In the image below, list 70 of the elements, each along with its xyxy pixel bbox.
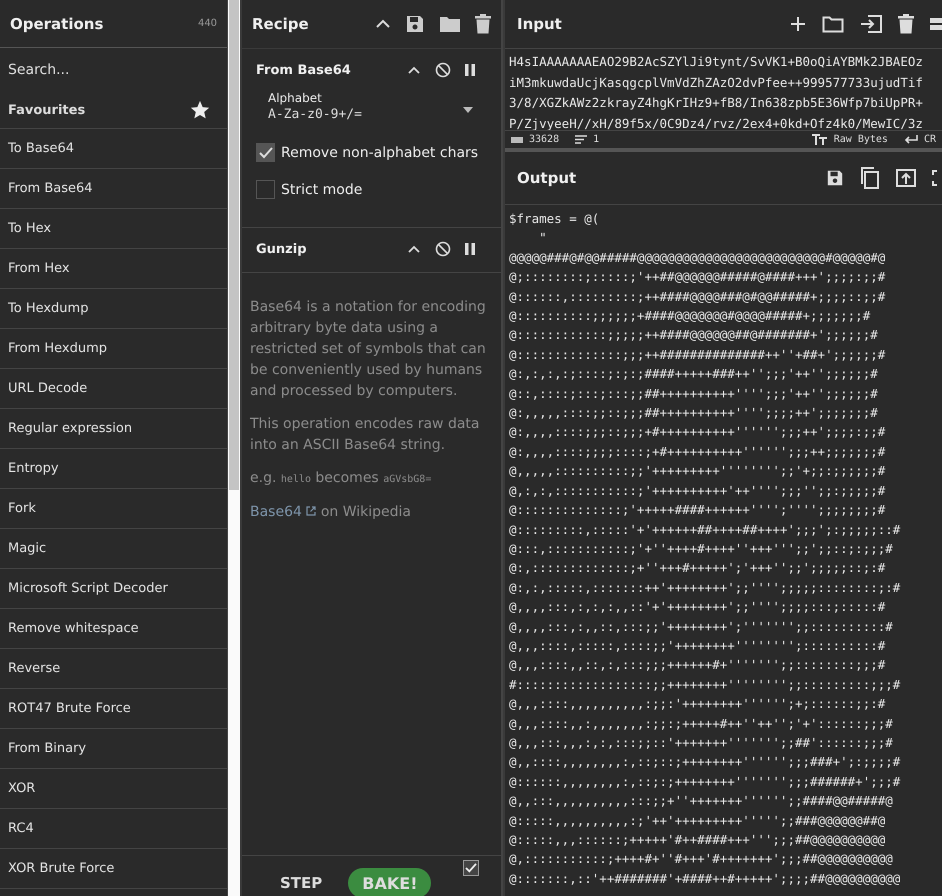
auto-bake-checkbox[interactable]	[463, 860, 480, 876]
description-text: Base64 is a notation for encoding arbitrary byte data using a restricted set of symbols that can be conveniently used by humans and processed by computers.	[250, 298, 487, 401]
option-checkbox[interactable]: Strict mode	[256, 180, 487, 199]
folder-icon[interactable]	[439, 15, 461, 33]
pause-icon[interactable]	[465, 64, 475, 76]
output-text-area: $frames = @( " @@@@@###@#@@#####@@@@@@@@@@@@@@@@@@@@@@@@@#@@@@@#@ @;::::::::;:::::;'++##@@@@@@#####@####+++';;;;:;;# @::::::,:::::::::;++####@@@@###@#@@#####+;;;;::;;# @::::::::::;;;;;;+####@@@@@@@#@@@@#####+;;;;;;;# @::::::::::::;;;;;++####@@@@@@##@#######+';;;;;;# @::::::::::::::;;;++##############++''+##+';;;;;;# @:,:,:,:;::::;:;:;####+++++###++'';;;'++'';;;;;;# @::,::::;:::;:::;;##++++++++++'''';;;'++'';;;;;;# @:,,,,,::::;;::;;;##++++++++++'''';;;;++';;;;;;;# @:,,,,::::;;;::;;;+#++++++++++'''''';;;++';;;;:;;# @:,,,,::::;;;;::::;+#++++++++++'''''';;;++;;;;;;;# @,,,,,::::::::::;;'+++++++++'''''''';;'+;;:;;;;;;# @,:,:,:::::::::::;'++++++++++'++'''';;;'';;:;;;;;# @::::::::::::::;'+++++####++++++'''';'''';;;;;;;;# @:::::::::,:::::'+'++++++##++++##++++';;;';:;;;;;::# @:::,:::::::::::;'+''++++#++++''+++''';;';;::;:;;;# @:,:::::::::::::;+''+++#+++++';'+++'';;';;;;;::;:# @:,:,:::::,:::::::++'++++++++';;'''';;;;;::::::::;:# @,,,,:::,:,:,:,,::'+'++++++++';;'''';;;;:::;:::::# @,,,,:::,:,,::,:::;;'++++++++';''''''';;::::::::::# @,,,::::,:::::,::::;;'++++++++'''''''';::::::::::# @,,,::::,,::,:,:::;;;++++++#+''''''';;::::::::;;;# #::::::::::::::::::;;++++++++'''''''';;:::::::::;;;# @,,,::::,,,,,,,,,,:;;:'++++++++'''''';+;::::::;;:# @,,,::::,,:,,,,,,,:;;:;+++++#++''++'';'+'::::::;;;# @,,,:::,,,:,:,:::;;::'+++++++''''''';;##'::::::;;;# @,,::::,,,,,,,,:,::;::;++++++++'''''';;;###+';:;;;;# @::::::,,,,,,,,:,::;:;++++++++''''''';;;######+';;;# @,,:::,,,,,,,,,,:::;;+''+++++++'''''';;####@@#####@ @:::::,,,,,,,,,,:;'++'+++++++++''''';;###@@@@@@##@ @:::::,,,::::::;+++++'#++####+++''';;;##@@@@@@@@@@ @,:::::::::::;++++#+''#+++'#+++++++';;;##@@@@@@@@@@ @:::::::,::'++#######'+####++#+++++';;;;##@@@@@@@@@@	[505, 205, 942, 888]
operation-item[interactable]: Entropy	[0, 449, 228, 489]
operation-item[interactable]: XOR	[0, 769, 228, 809]
operation-item[interactable]: From Hex	[0, 249, 228, 289]
chevron-up-icon[interactable]	[407, 66, 421, 74]
recipe-title: Recipe	[252, 15, 309, 33]
favourites-category[interactable]: Favourites	[0, 92, 228, 129]
option-checkbox[interactable]: Remove non-alphabet chars	[256, 143, 487, 162]
operation-item[interactable]: To Hex	[0, 209, 228, 249]
plus-icon[interactable]	[790, 16, 806, 32]
star-icon	[189, 99, 212, 121]
link-suffix: on Wikipedia	[320, 504, 411, 520]
operation-item[interactable]: RC4	[0, 809, 228, 849]
save-icon[interactable]	[826, 169, 844, 187]
operation-count: 440	[198, 18, 218, 29]
lines-icon	[575, 135, 588, 144]
operation-name: From Base64	[256, 62, 351, 78]
operation-item[interactable]: Magic	[0, 529, 228, 569]
external-link-icon	[306, 506, 316, 516]
operation-item[interactable]: To Base64	[0, 129, 228, 169]
chevron-up-icon[interactable]	[375, 19, 391, 29]
step-button[interactable]: STEP	[278, 870, 324, 896]
operation-item[interactable]: From Base64	[0, 169, 228, 209]
pause-icon[interactable]	[465, 243, 475, 255]
caret-icon	[463, 107, 473, 113]
font-size-icon	[812, 134, 828, 145]
layout-icon[interactable]	[930, 16, 942, 32]
operation-item[interactable]: Reverse	[0, 649, 228, 689]
operation-item[interactable]: From Hexdump	[0, 329, 228, 369]
wikipedia-link[interactable]: Base64	[250, 504, 302, 520]
folder-icon[interactable]	[822, 15, 844, 33]
output-title: Output	[517, 169, 576, 187]
operation-item[interactable]: ROT47 Brute Force	[0, 689, 228, 729]
disable-icon[interactable]	[435, 241, 451, 257]
chevron-up-icon[interactable]	[407, 244, 421, 254]
eol-button[interactable]: CR	[904, 134, 936, 145]
checkbox[interactable]	[256, 143, 275, 162]
upload-icon[interactable]	[896, 169, 916, 187]
example-text: e.g. hello becomes aGVsbG8=	[250, 469, 432, 488]
operation-item[interactable]: To Hexdump	[0, 289, 228, 329]
encoding-button[interactable]: Raw Bytes	[812, 134, 888, 145]
trash-icon[interactable]	[475, 14, 491, 34]
save-icon[interactable]	[405, 14, 425, 34]
copy-icon[interactable]	[860, 167, 880, 189]
operation-item[interactable]: Fork	[0, 489, 228, 529]
line-count: 1	[593, 134, 600, 145]
operation-item[interactable]: From Binary	[0, 729, 228, 769]
detail-text: This operation encodes raw data into an ASCII Base64 string.	[250, 415, 480, 455]
operation-item[interactable]: Remove whitespace	[0, 609, 228, 649]
trash-icon[interactable]	[898, 14, 914, 34]
return-arrow-icon	[904, 135, 918, 144]
alphabet-dropdown[interactable]: Alphabet A-Za-z0-9+/=	[268, 91, 487, 131]
input-title: Input	[517, 15, 562, 33]
operations-title: Operations	[10, 14, 104, 32]
operation-item[interactable]: Regular expression	[0, 409, 228, 449]
operation-name: Gunzip	[256, 242, 307, 256]
operation-item[interactable]: XOR Brute Force	[0, 849, 228, 889]
operation-item[interactable]: URL Decode	[0, 369, 228, 409]
checkbox[interactable]	[256, 180, 275, 199]
import-icon[interactable]	[860, 15, 882, 33]
operation-item[interactable]: Microsoft Script Decoder	[0, 569, 228, 609]
scrollbar-thumb[interactable]	[229, 0, 239, 490]
disable-icon[interactable]	[435, 62, 451, 78]
length-value: 33628	[529, 134, 560, 145]
input-text-area[interactable]: H4sIAAAAAAAEAO29B2AcSZYlJi9tynt/SvVK1+B0oQiAYBMk2JBAEOz iM3mkuwdaUcjKasqgcplVmVdZhZAzO2dvPfee++999577733ujudTif 3/8/XGZkAWz2zkrayZ4hgKrIHz9+fB8/In638zpb5E36Wfp7biUpPR+ P/ZjvyeeH//xH/89f5x/0C9Dz4/rvz/2ex4+0kd+Ofz4k0/MewIC/3z	[505, 49, 942, 130]
